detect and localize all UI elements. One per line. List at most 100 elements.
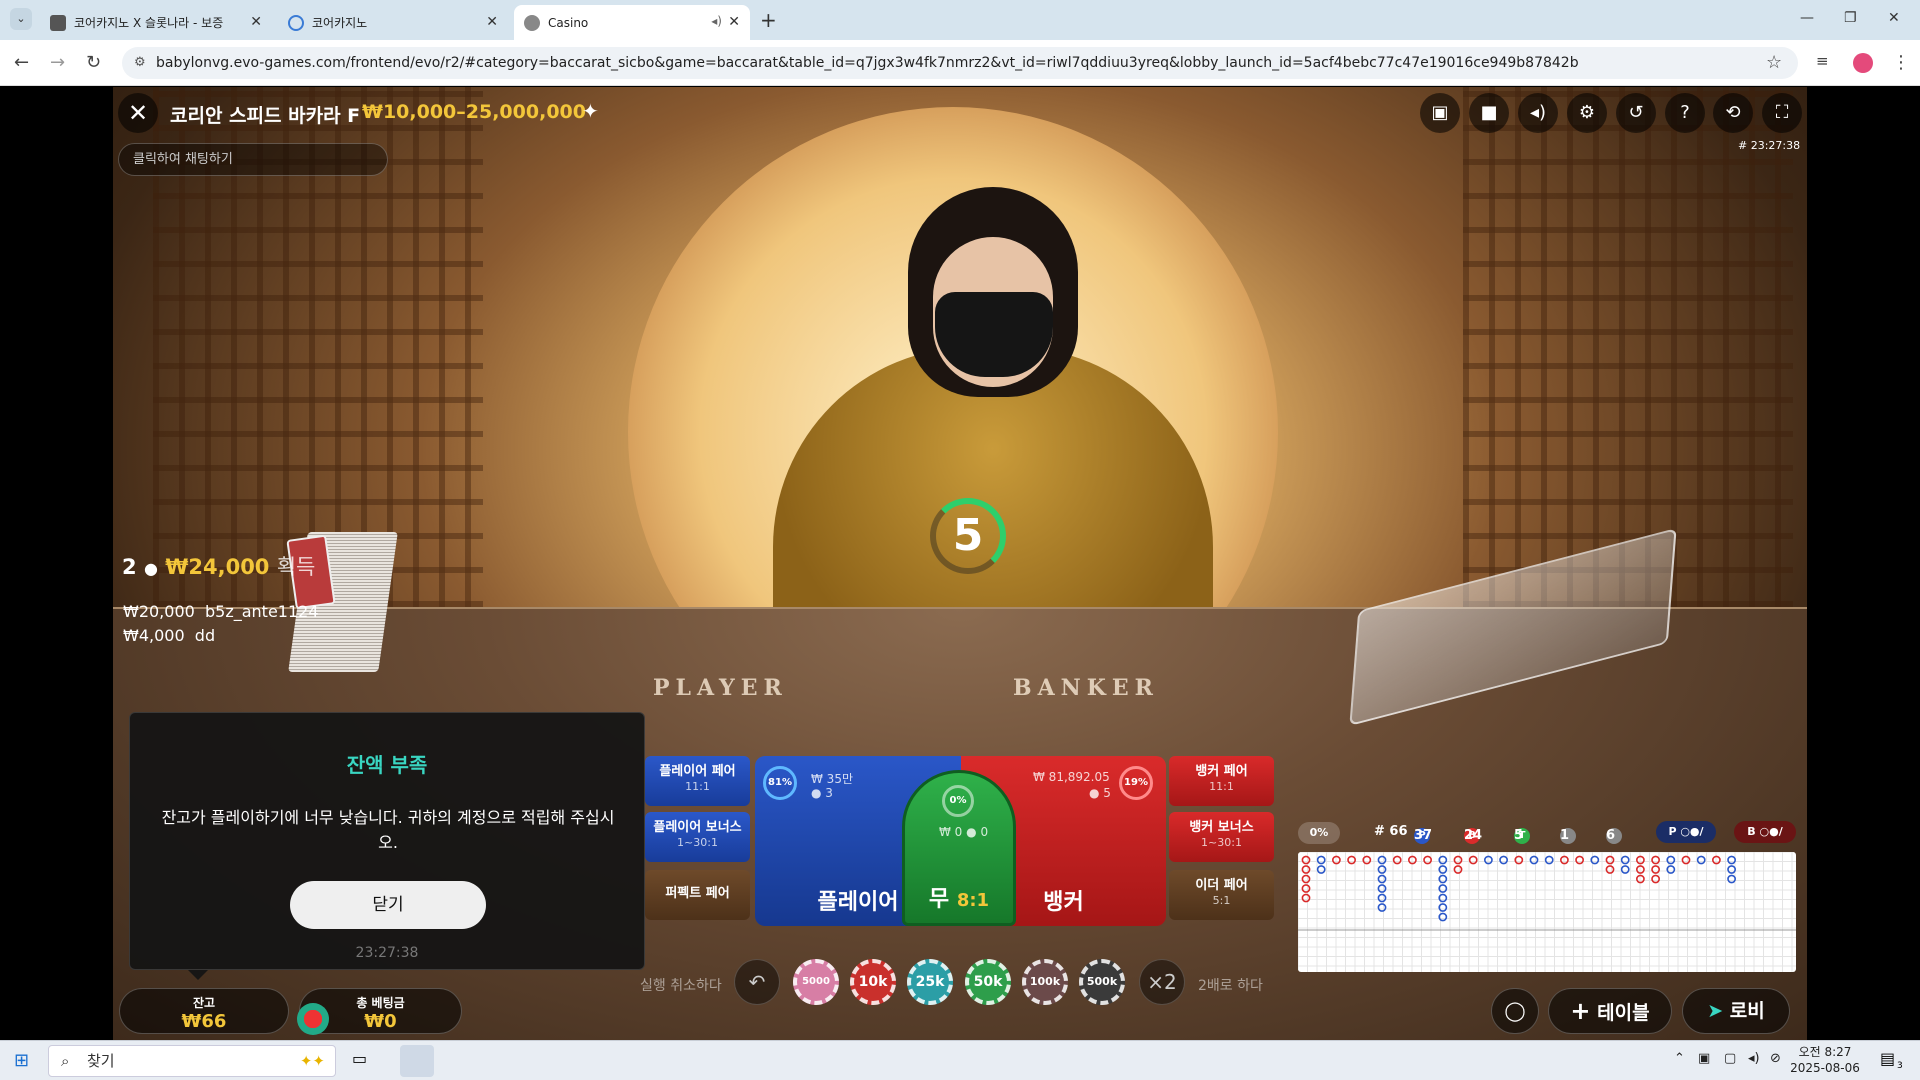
minimize-icon[interactable]: — xyxy=(1800,10,1814,26)
chip-25k[interactable]: 25k xyxy=(907,959,953,1005)
chat-bubble-button[interactable]: ◯ xyxy=(1491,988,1539,1034)
dialog-close-button[interactable]: 닫기 xyxy=(290,881,486,929)
winners-count: 2 xyxy=(122,555,137,579)
winner-row: ₩20,000 b5z_ante1124 xyxy=(123,602,319,621)
chip-500k[interactable]: 500k xyxy=(1079,959,1125,1005)
task-view-icon[interactable]: ▭ xyxy=(352,1049,367,1068)
player-predict-button[interactable]: P ○●/ xyxy=(1656,821,1716,843)
player-amount: ₩ 35만 xyxy=(811,772,853,786)
rotate-icon[interactable]: ⟲ xyxy=(1713,93,1753,133)
player-pair-bet[interactable]: 플레이어 페어 11:1 xyxy=(645,756,750,806)
dialog-pointer xyxy=(188,970,208,980)
chip-50k[interactable]: 50k xyxy=(965,959,1011,1005)
road-bead xyxy=(1377,874,1387,884)
road-bead xyxy=(1316,855,1326,865)
url-field[interactable]: ⚙ babylonvg.evo-games.com/frontend/evo/r… xyxy=(122,47,1798,79)
notification-icon[interactable]: ▤ xyxy=(1880,1049,1895,1068)
chip-10k[interactable]: 10k xyxy=(850,959,896,1005)
sound-icon[interactable]: ◂) xyxy=(1518,93,1558,133)
winners-headline: 2 ● ₩24,000 획득 xyxy=(122,551,315,581)
history-icon[interactable]: ↺ xyxy=(1616,93,1656,133)
restore-icon[interactable]: ❐ xyxy=(1844,10,1857,26)
chat-input[interactable]: 클릭하여 채팅하기 xyxy=(118,143,388,176)
chrome-taskbar-icon[interactable] xyxy=(400,1045,434,1077)
bet-label: 플레이어 페어 xyxy=(659,764,736,779)
tab-close-icon[interactable]: ✕ xyxy=(728,14,740,30)
tab-casino[interactable]: Casino ◂) ✕ xyxy=(514,5,750,40)
tab-corecasino[interactable]: 코어카지노 ✕ xyxy=(278,5,508,40)
bet-odds: 11:1 xyxy=(1209,780,1234,793)
tie-bet-area[interactable]: 0% ₩ 0 ● 0 무 8:1 xyxy=(902,770,1016,926)
forward-icon[interactable]: → xyxy=(50,52,65,73)
tab-search-icon[interactable]: ⌄ xyxy=(10,8,32,30)
perfect-pair-bet[interactable]: 퍼펙트 페어 xyxy=(645,870,750,920)
settings-icon[interactable]: ⚙ xyxy=(1567,93,1607,133)
table-button[interactable]: + 테이블 xyxy=(1548,988,1672,1034)
reload-icon[interactable]: ↻ xyxy=(86,52,101,73)
either-pair-bet[interactable]: 이더 페어 5:1 xyxy=(1169,870,1274,920)
chat-icon[interactable]: ▣ xyxy=(1420,93,1460,133)
double-label: 2배로 하다 xyxy=(1198,978,1263,994)
bet-odds: 5:1 xyxy=(1212,894,1231,907)
back-icon[interactable]: ← xyxy=(14,52,29,73)
player-bonus-bet[interactable]: 플레이어 보너스 1~30:1 xyxy=(645,812,750,862)
tray-display-icon[interactable]: ▢ xyxy=(1724,1051,1736,1066)
road-bead xyxy=(1377,884,1387,893)
tab-close-icon[interactable]: ✕ xyxy=(486,14,498,30)
new-tab-icon[interactable]: + xyxy=(760,8,777,32)
road-bead xyxy=(1529,855,1539,865)
table-limits[interactable]: ₩10,000–25,000,000 xyxy=(362,101,586,123)
undo-button[interactable]: ↶ xyxy=(734,959,780,1005)
chip-100k[interactable]: 100k xyxy=(1022,959,1068,1005)
road-zoom[interactable]: 0% xyxy=(1298,822,1340,844)
bet-label: 이더 페어 xyxy=(1195,878,1248,893)
road-bead xyxy=(1727,855,1736,865)
road-map[interactable] xyxy=(1298,852,1796,972)
close-game-button[interactable]: ✕ xyxy=(118,93,158,133)
tray-status-icon[interactable]: ⊘ xyxy=(1770,1051,1781,1066)
road-bead xyxy=(1727,874,1736,884)
clock-date: 2025-08-06 xyxy=(1790,1061,1860,1075)
tray-volume-icon[interactable]: ◂) xyxy=(1748,1051,1760,1066)
help-icon[interactable]: ? xyxy=(1665,93,1705,133)
start-icon[interactable]: ⊞ xyxy=(14,1050,29,1071)
banker-bonus-bet[interactable]: 뱅커 보너스 1~30:1 xyxy=(1169,812,1274,862)
road-bead xyxy=(1620,865,1630,874)
countdown-timer: 5 xyxy=(930,498,1006,574)
pin-icon[interactable]: ✦ xyxy=(582,99,599,123)
road-grid xyxy=(1298,852,1796,972)
road-bead xyxy=(1453,865,1463,874)
tab-title: 코어카지노 xyxy=(312,16,368,30)
close-window-icon[interactable]: ✕ xyxy=(1888,10,1900,26)
site-info-icon[interactable]: ⚙ xyxy=(134,55,146,70)
tab-title: 코어카지노 X 슬롯나라 - 보증 xyxy=(74,16,224,30)
media-icon[interactable]: ≡ xyxy=(1816,52,1829,70)
double-button[interactable]: ×2 xyxy=(1139,959,1185,1005)
tab-loading-icon xyxy=(288,14,304,31)
road-bead xyxy=(1377,903,1387,912)
tray-network-icon[interactable]: ▣ xyxy=(1698,1051,1710,1066)
chip-5000[interactable]: 5000 xyxy=(793,959,839,1005)
tab-corecasino-slotnara[interactable]: 코어카지노 X 슬롯나라 - 보증 ✕ xyxy=(40,5,272,40)
menu-icon[interactable]: ⋮ xyxy=(1892,52,1910,73)
tie-stats: ₩ 0 ● 0 xyxy=(939,825,989,839)
winner-user: dd xyxy=(194,626,216,645)
taskbar-clock[interactable]: 오전 8:27 2025-08-06 xyxy=(1790,1044,1860,1076)
fullscreen-icon[interactable]: ⛶ xyxy=(1762,93,1802,133)
banker-pair-bet[interactable]: 뱅커 페어 11:1 xyxy=(1169,756,1274,806)
bookmark-star-icon[interactable]: ☆ xyxy=(1766,52,1782,73)
video-icon[interactable]: ■ xyxy=(1469,93,1509,133)
table-name: 코리안 스피드 바카라 F xyxy=(170,105,361,127)
tab-close-icon[interactable]: ✕ xyxy=(250,14,262,30)
plus-icon: + xyxy=(1570,997,1591,1025)
tab-favicon-icon xyxy=(50,14,66,31)
lobby-button[interactable]: ➤ 로비 xyxy=(1682,988,1790,1034)
tie-label: 무 8:1 xyxy=(928,887,990,912)
tray-expand-icon[interactable]: ⌃ xyxy=(1674,1051,1685,1066)
profile-avatar[interactable] xyxy=(1853,53,1873,73)
taskbar-search-input[interactable]: ⌕ 찾기 ✦✦ xyxy=(48,1045,336,1077)
tab-audio-icon[interactable]: ◂) xyxy=(711,14,722,28)
table-player-label: PLAYER xyxy=(653,675,788,701)
banker-predict-button[interactable]: B ○●/ xyxy=(1734,821,1796,843)
clock-time: 오전 8:27 xyxy=(1798,1045,1852,1059)
